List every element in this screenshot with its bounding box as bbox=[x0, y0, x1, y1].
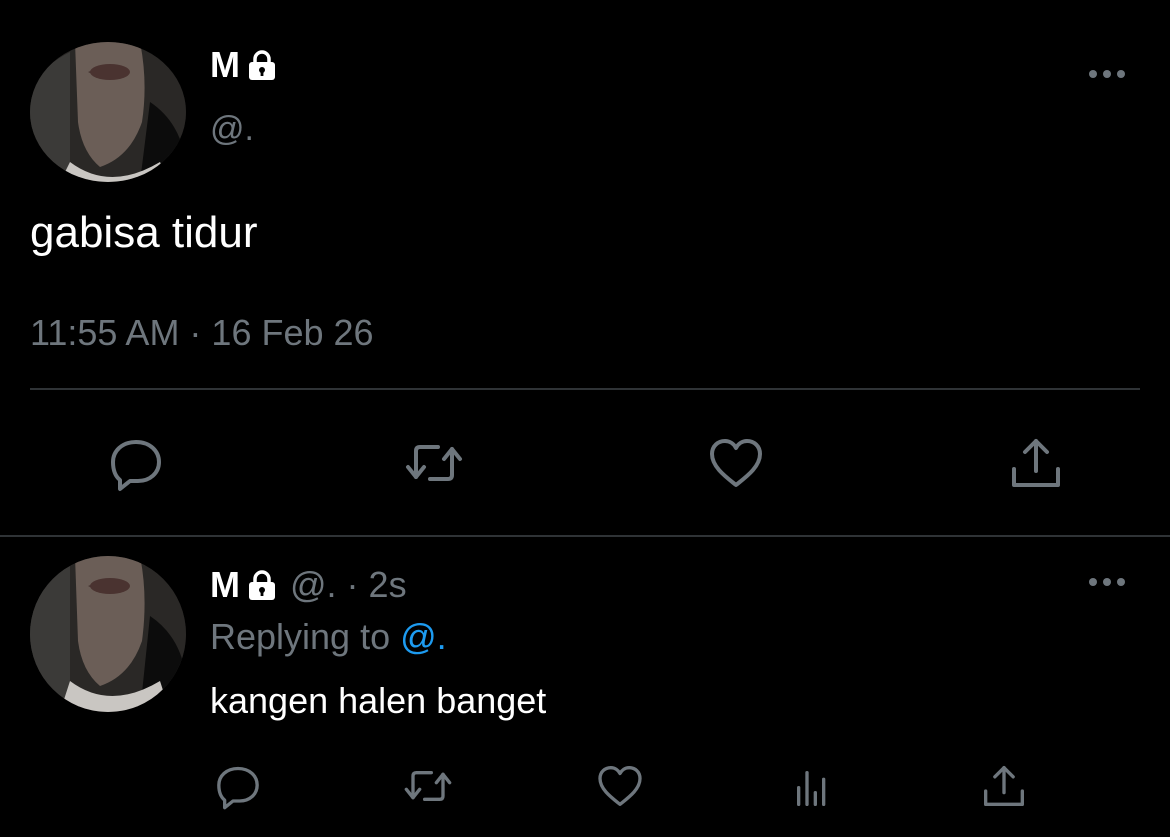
avatar-image bbox=[30, 42, 186, 182]
reply-tweet-avatar[interactable] bbox=[30, 556, 186, 712]
retweet-icon bbox=[406, 445, 462, 481]
main-tweet-text: gabisa tidur bbox=[30, 208, 258, 257]
retweet-icon bbox=[404, 771, 452, 801]
reply-display-name[interactable]: M bbox=[210, 564, 240, 606]
reply-analytics-button[interactable] bbox=[780, 754, 844, 818]
reply-tweet-header: M @. · 2s bbox=[210, 564, 407, 606]
share-icon bbox=[1012, 439, 1060, 487]
reply-like-button[interactable] bbox=[588, 754, 652, 818]
replying-to-mention[interactable]: @. bbox=[400, 616, 447, 657]
main-tweet-more-button[interactable] bbox=[1087, 64, 1127, 84]
main-like-button[interactable] bbox=[704, 431, 768, 495]
reply-tweet-more-button[interactable] bbox=[1087, 572, 1127, 592]
reply-icon bbox=[217, 766, 259, 810]
heart-icon bbox=[710, 439, 762, 487]
reply-share-button[interactable] bbox=[972, 754, 1036, 818]
reply-handle[interactable]: @. bbox=[290, 564, 337, 606]
main-tweet-avatar[interactable] bbox=[30, 42, 186, 182]
display-name-text: M bbox=[210, 44, 240, 85]
share-icon bbox=[984, 766, 1024, 806]
main-share-button[interactable] bbox=[1004, 431, 1068, 495]
reply-time-ago[interactable]: 2s bbox=[369, 564, 407, 606]
replying-to-line: Replying to @. bbox=[210, 616, 447, 658]
reply-reply-button[interactable] bbox=[206, 754, 270, 818]
reply-separator: · bbox=[346, 564, 359, 605]
main-retweet-button[interactable] bbox=[402, 431, 466, 495]
more-dots-icon bbox=[1089, 70, 1125, 78]
lock-icon bbox=[246, 569, 278, 601]
main-tweet-timestamp[interactable]: 11:55 AM · 16 Feb 26 bbox=[30, 312, 374, 354]
main-tweet-display-name[interactable]: M bbox=[210, 44, 278, 86]
main-tweet-divider bbox=[30, 388, 1140, 390]
section-divider bbox=[0, 535, 1170, 537]
avatar-image bbox=[30, 556, 186, 712]
lock-icon bbox=[246, 49, 278, 81]
reply-tweet-text: kangen halen banget bbox=[210, 680, 547, 721]
replying-to-prefix: Replying to bbox=[210, 616, 391, 657]
heart-icon bbox=[598, 766, 642, 806]
reply-retweet-button[interactable] bbox=[396, 754, 460, 818]
analytics-icon bbox=[797, 771, 826, 806]
main-reply-button[interactable] bbox=[104, 431, 168, 495]
reply-icon bbox=[111, 440, 161, 491]
more-dots-icon bbox=[1089, 578, 1125, 586]
main-tweet-handle[interactable]: @. bbox=[210, 110, 254, 149]
